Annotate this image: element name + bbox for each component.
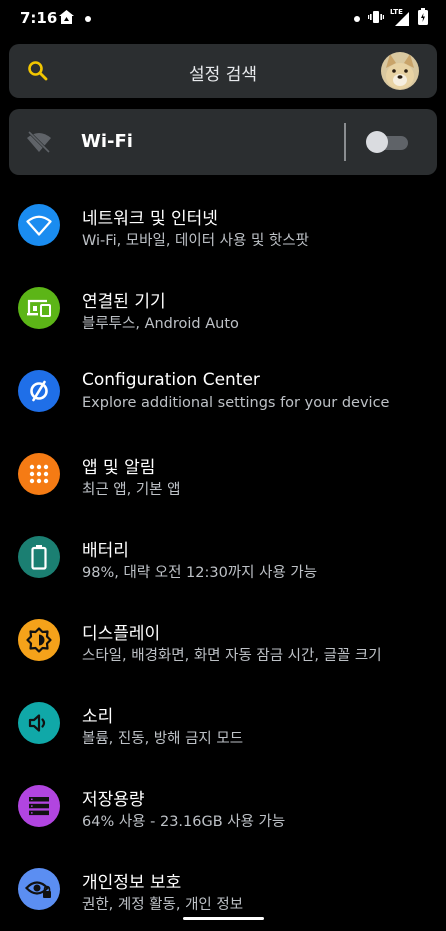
settings-item-title: 디스플레이 bbox=[82, 624, 161, 644]
settings-item-title: 연결된 기기 bbox=[82, 292, 166, 312]
notification-dot-icon bbox=[354, 15, 360, 22]
settings-item-title: 앱 및 알림 bbox=[82, 458, 156, 478]
settings-item-connected-devices[interactable]: 연결된 기기 블루투스, Android Auto bbox=[0, 267, 446, 350]
settings-item-battery[interactable]: 배터리 98%, 대략 오전 12:30까지 사용 가능 bbox=[0, 516, 446, 599]
search-settings-bar[interactable]: 설정 검색 bbox=[9, 44, 437, 98]
battery-icon bbox=[18, 536, 60, 578]
settings-item-configuration-center[interactable]: Configuration Center Explore additional … bbox=[0, 350, 446, 433]
devices-icon bbox=[18, 287, 60, 329]
settings-item-title: 배터리 bbox=[82, 541, 129, 561]
gesture-nav-handle[interactable] bbox=[183, 917, 264, 920]
settings-list: 네트워크 및 인터넷 Wi-Fi, 모바일, 데이터 사용 및 핫스팟 연결된 … bbox=[0, 184, 446, 931]
status-bar: 7:16 LTE bbox=[0, 0, 446, 36]
settings-item-subtitle: 98%, 대략 오전 12:30까지 사용 가능 bbox=[82, 565, 318, 581]
settings-item-title: 개인정보 보호 bbox=[82, 873, 182, 893]
settings-item-storage[interactable]: 저장용량 64% 사용 - 23.16GB 사용 가능 bbox=[0, 765, 446, 848]
search-label: 설정 검색 bbox=[189, 65, 257, 85]
settings-item-title: 네트워크 및 인터넷 bbox=[82, 209, 218, 229]
storage-icon bbox=[18, 785, 60, 827]
wifi-toggle[interactable] bbox=[366, 130, 412, 154]
wifi-icon bbox=[18, 204, 60, 246]
settings-item-title: 소리 bbox=[82, 707, 114, 727]
network-type-label: LTE bbox=[390, 7, 403, 16]
settings-item-title: Configuration Center bbox=[82, 370, 260, 390]
avatar[interactable] bbox=[381, 52, 419, 90]
settings-item-title: 저장용량 bbox=[82, 790, 145, 810]
battery-status-icon bbox=[418, 8, 428, 29]
settings-item-network[interactable]: 네트워크 및 인터넷 Wi-Fi, 모바일, 데이터 사용 및 핫스팟 bbox=[0, 184, 446, 267]
notification-dot-icon bbox=[85, 16, 91, 22]
divider bbox=[344, 123, 346, 161]
volume-icon bbox=[18, 702, 60, 744]
settings-item-apps[interactable]: 앱 및 알림 최근 앱, 기본 앱 bbox=[0, 433, 446, 516]
notification-app-icon bbox=[58, 9, 75, 29]
settings-item-subtitle: 64% 사용 - 23.16GB 사용 가능 bbox=[82, 814, 286, 830]
circle-slash-icon bbox=[18, 370, 60, 412]
brightness-icon bbox=[18, 619, 60, 661]
settings-item-sound[interactable]: 소리 볼륨, 진동, 방해 금지 모드 bbox=[0, 682, 446, 765]
settings-item-subtitle: 볼륨, 진동, 방해 금지 모드 bbox=[82, 731, 244, 747]
settings-item-display[interactable]: 디스플레이 스타일, 배경화면, 화면 자동 잠금 시간, 글꼴 크기 bbox=[0, 599, 446, 682]
wifi-off-icon bbox=[26, 130, 52, 158]
vibrate-icon bbox=[368, 9, 384, 28]
settings-item-subtitle: 권한, 계정 활동, 개인 정보 bbox=[82, 897, 244, 913]
settings-item-subtitle: 스타일, 배경화면, 화면 자동 잠금 시간, 글꼴 크기 bbox=[82, 648, 382, 664]
apps-grid-icon bbox=[18, 453, 60, 495]
signal-lte-icon: LTE bbox=[390, 7, 410, 27]
settings-item-subtitle: Explore additional settings for your dev… bbox=[82, 395, 390, 411]
wifi-label: Wi-Fi bbox=[81, 131, 133, 152]
settings-item-subtitle: Wi-Fi, 모바일, 데이터 사용 및 핫스팟 bbox=[82, 233, 309, 249]
status-time: 7:16 bbox=[20, 9, 58, 27]
settings-item-subtitle: 최근 앱, 기본 앱 bbox=[82, 482, 181, 498]
privacy-eye-icon bbox=[18, 868, 60, 910]
wifi-quick-card[interactable]: Wi-Fi bbox=[9, 109, 437, 175]
settings-item-subtitle: 블루투스, Android Auto bbox=[82, 316, 239, 332]
